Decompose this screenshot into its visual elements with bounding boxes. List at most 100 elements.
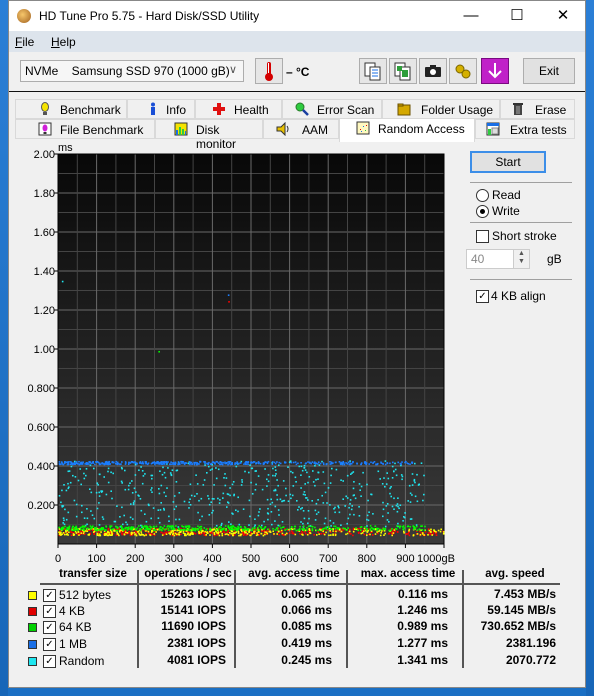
data-point xyxy=(145,462,148,465)
short-stroke-size-input[interactable]: 40 ▲ ▼ xyxy=(466,249,530,269)
tab-file-benchmark[interactable]: File Benchmark xyxy=(15,119,155,139)
data-point xyxy=(308,517,310,520)
header-underline xyxy=(40,583,560,585)
temperature-button[interactable] xyxy=(255,58,283,84)
data-point xyxy=(98,495,101,497)
data-point xyxy=(198,526,201,529)
data-point xyxy=(68,531,70,534)
series-checkbox[interactable]: ✓ xyxy=(43,605,56,618)
data-point xyxy=(298,528,301,530)
menu-file[interactable]: File xyxy=(15,35,34,49)
menu-help[interactable]: Help xyxy=(51,35,76,49)
data-point xyxy=(226,493,229,495)
data-point xyxy=(89,528,92,530)
data-point xyxy=(238,534,240,537)
data-point xyxy=(140,531,143,533)
data-point xyxy=(325,528,327,530)
data-point xyxy=(258,531,260,533)
data-point xyxy=(65,518,68,521)
data-point xyxy=(228,526,230,529)
data-point xyxy=(216,534,218,536)
data-point xyxy=(203,527,206,529)
data-point xyxy=(153,533,156,535)
data-point xyxy=(313,533,315,536)
series-checkbox[interactable]: ✓ xyxy=(43,589,56,602)
options-button[interactable] xyxy=(449,58,477,84)
data-point xyxy=(74,460,76,463)
data-point xyxy=(281,521,284,523)
data-point xyxy=(382,515,384,518)
tab-disk-monitor[interactable]: Disk monitor xyxy=(155,119,263,151)
data-point xyxy=(264,533,266,536)
copy-screenshot-button[interactable] xyxy=(389,58,417,84)
data-point xyxy=(377,532,379,535)
read-radio[interactable] xyxy=(476,189,489,202)
close-button[interactable]: ✕ xyxy=(540,1,586,31)
data-point xyxy=(411,473,414,475)
data-point xyxy=(170,531,173,534)
data-point xyxy=(273,461,276,464)
data-point xyxy=(110,530,113,533)
start-button[interactable]: Start xyxy=(470,151,546,173)
data-point xyxy=(330,528,332,530)
data-point xyxy=(391,534,393,537)
data-point xyxy=(442,533,445,535)
data-point xyxy=(251,532,253,535)
data-point xyxy=(188,525,190,527)
data-point xyxy=(172,532,175,535)
data-point xyxy=(251,527,254,530)
data-point xyxy=(423,474,425,477)
exit-button[interactable]: Exit xyxy=(523,58,575,84)
data-point xyxy=(329,482,332,484)
series-checkbox[interactable]: ✓ xyxy=(43,655,56,668)
tab-erase[interactable]: Erase xyxy=(500,99,575,119)
short-stroke-checkbox[interactable] xyxy=(476,230,489,243)
data-point xyxy=(352,534,354,537)
data-point xyxy=(258,529,261,531)
data-point xyxy=(230,523,232,525)
data-point xyxy=(374,525,377,527)
data-point xyxy=(366,531,369,533)
tab-benchmark[interactable]: Benchmark xyxy=(15,99,127,119)
data-point xyxy=(72,474,74,477)
data-point xyxy=(113,520,116,523)
drive-select[interactable]: NVMe Samsung SSD 970 (1000 gB) ∨ xyxy=(20,60,244,82)
data-point xyxy=(411,461,413,464)
copy-text-button[interactable] xyxy=(359,58,387,84)
data-point xyxy=(83,531,85,533)
data-point xyxy=(289,532,291,534)
data-point xyxy=(308,476,311,478)
tab-extra-tests[interactable]: Extra tests xyxy=(475,119,575,139)
align-checkbox[interactable]: ✓ xyxy=(476,290,489,303)
data-point xyxy=(208,503,211,506)
data-point xyxy=(188,501,190,504)
menu-help-label: elp xyxy=(59,35,76,49)
spin-arrows-icon[interactable]: ▲ ▼ xyxy=(513,250,529,268)
tab-random-access[interactable]: Random Access xyxy=(339,118,475,142)
tab-error-scan[interactable]: Error Scan xyxy=(282,99,382,119)
tab-info[interactable]: Info xyxy=(127,99,195,119)
save-down-button[interactable] xyxy=(481,58,509,84)
tab-health[interactable]: Health xyxy=(195,99,282,119)
series-checkbox[interactable]: ✓ xyxy=(43,621,56,634)
data-point xyxy=(83,472,85,475)
write-radio[interactable] xyxy=(476,205,489,218)
tab-folder-usage-label: Folder Usage xyxy=(421,103,494,117)
data-point xyxy=(98,491,100,494)
data-point xyxy=(251,467,254,470)
data-point xyxy=(232,481,235,483)
max-access-value: 0.116 ms xyxy=(397,587,448,601)
minimize-button[interactable]: — xyxy=(448,1,494,31)
maximize-button[interactable]: ☐ xyxy=(494,1,540,31)
data-point xyxy=(302,525,305,527)
series-checkbox[interactable]: ✓ xyxy=(43,638,56,651)
data-point xyxy=(58,495,61,497)
data-point xyxy=(314,509,317,512)
tab-aam[interactable]: AAM xyxy=(263,119,339,139)
screenshot-button[interactable] xyxy=(419,58,447,84)
data-point xyxy=(353,481,355,483)
data-point xyxy=(393,508,395,510)
data-point xyxy=(105,526,108,528)
data-point xyxy=(349,502,351,505)
tab-folder-usage[interactable]: Folder Usage xyxy=(382,99,500,119)
